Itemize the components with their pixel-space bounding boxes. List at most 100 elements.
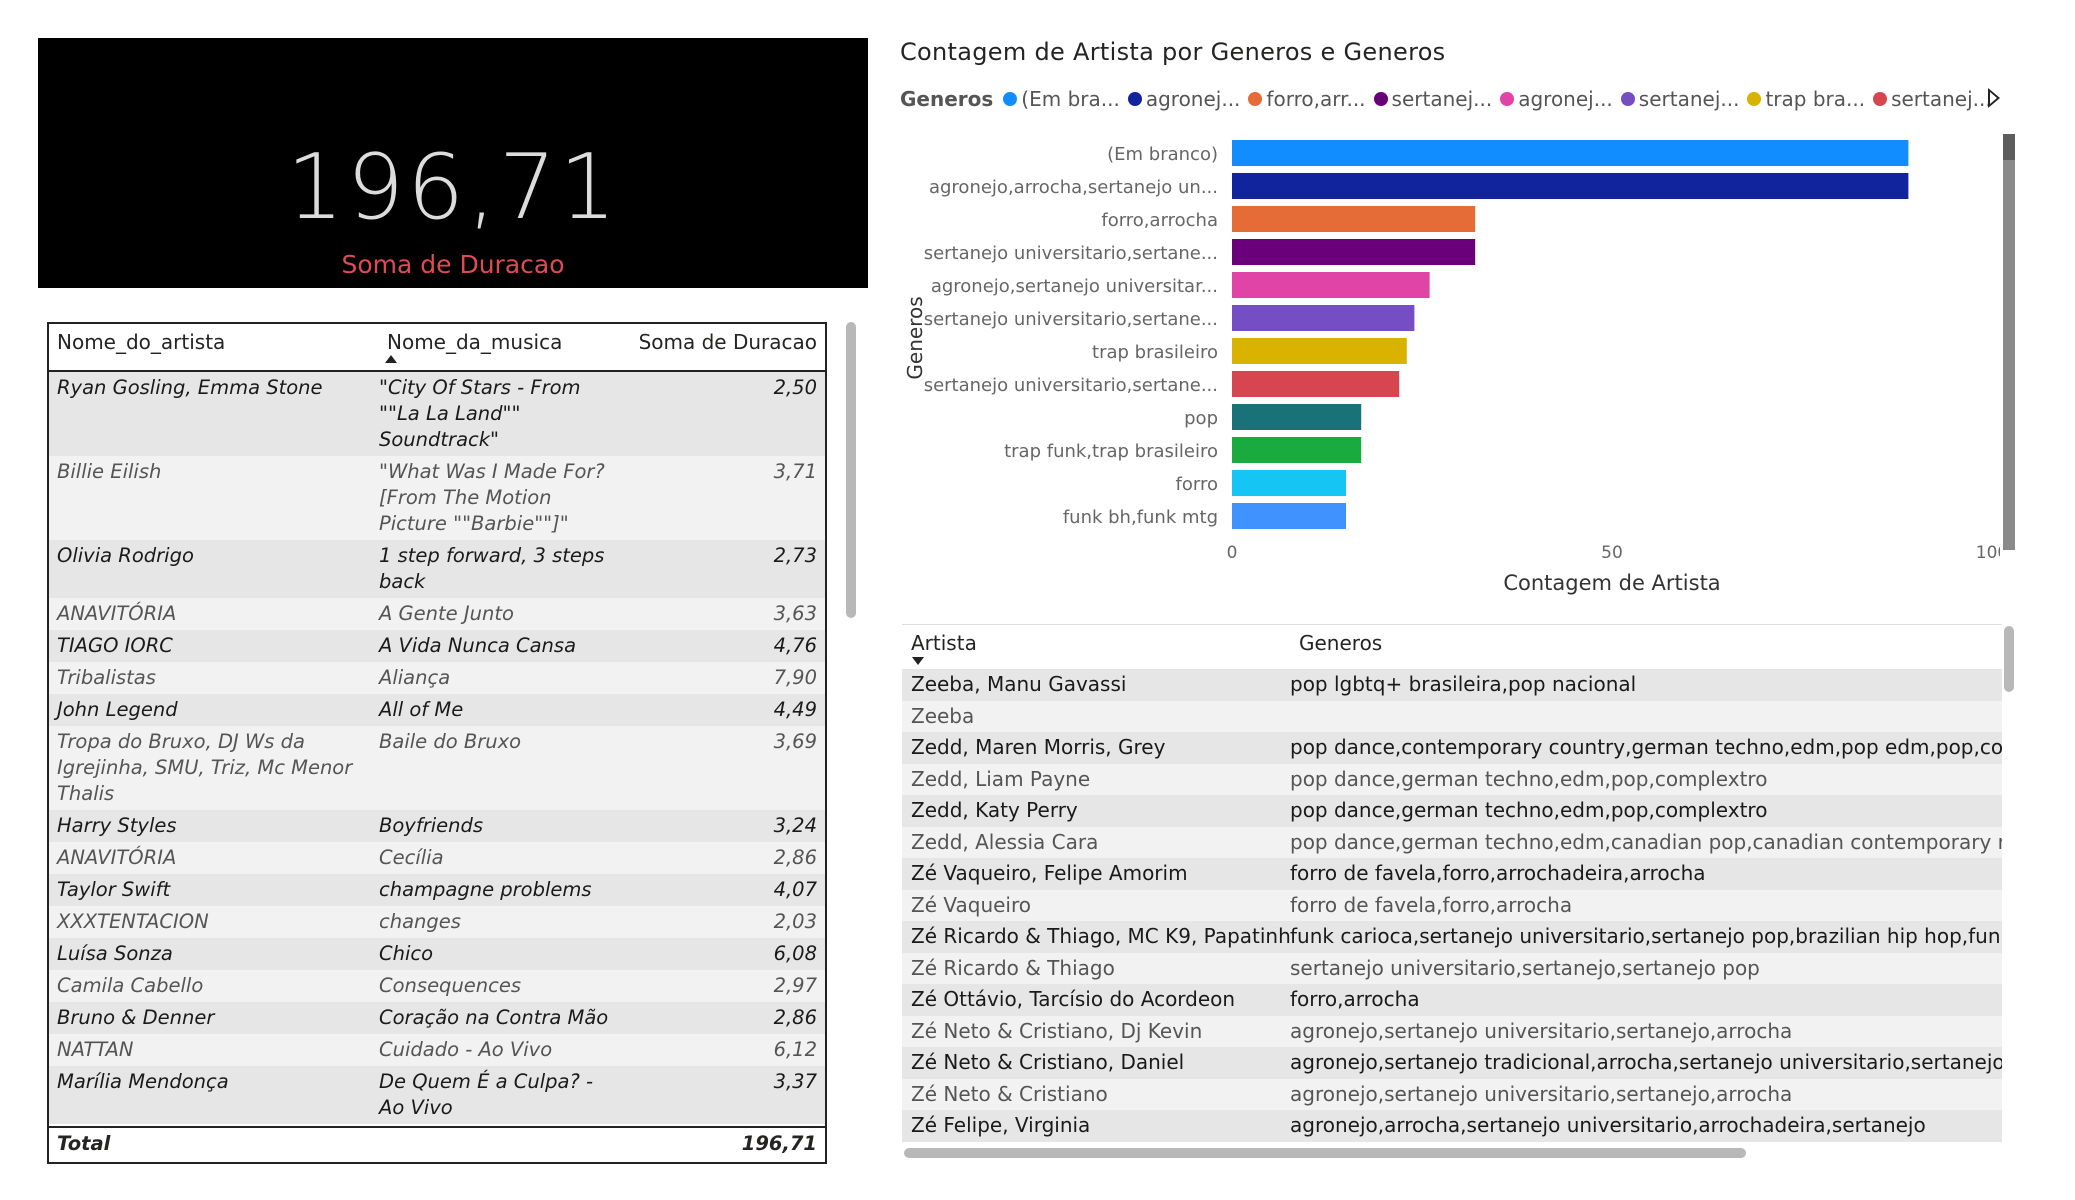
- bar[interactable]: [1232, 437, 1362, 463]
- legend-dot-icon: [1500, 92, 1515, 106]
- legend-item[interactable]: trap bra...: [1747, 87, 1865, 111]
- table-row[interactable]: Olivia Rodrigo 1 step forward, 3 steps ba…: [49, 540, 825, 598]
- cell-generos: forro de favela,forro,arrochadeira,arroc…: [1290, 861, 1706, 885]
- table-row[interactable]: Zé Neto & Cristiano, Daniel agronejo,sert…: [902, 1047, 2002, 1079]
- legend-item[interactable]: agronej...: [1500, 87, 1613, 111]
- cell-artista: Zé Ottávio, Tarcísio do Acordeon: [911, 987, 1236, 1011]
- column-header-duration[interactable]: Soma de Duracao: [639, 330, 817, 354]
- table-row[interactable]: XXXTENTACION changes 2,03: [49, 906, 825, 938]
- bar-chart: (Em branco) agronejo,arrocha,sertanejo un…: [903, 140, 2000, 595]
- table-row[interactable]: Marília Mendonça De Quem É a Culpa? - Ao …: [49, 1066, 825, 1124]
- cell-artist: Ryan Gosling, Emma Stone: [57, 376, 323, 399]
- table-row[interactable]: NATTAN Cuidado - Ao Vivo 6,12: [49, 1034, 825, 1066]
- table-row[interactable]: Luísa Sonza Chico 6,08: [49, 938, 825, 970]
- table-row[interactable]: Zé Ricardo & Thiago, MC K9, Papatinho fun…: [902, 921, 2002, 953]
- legend-title: Generos: [900, 87, 994, 111]
- legend-dot-icon: [1373, 92, 1388, 106]
- table-row[interactable]: Zé Vaqueiro forro de favela,forro,arrocha: [902, 889, 2002, 921]
- column-header-song[interactable]: Nome_da_musica: [387, 330, 562, 354]
- cell-duration: 3,63: [773, 602, 817, 625]
- category-label: forro: [1176, 474, 1218, 495]
- cell-song: Coração na Contra Mão: [379, 1006, 609, 1029]
- cell-artist: Olivia Rodrigo: [57, 544, 194, 567]
- cell-artist: John Legend: [57, 698, 178, 721]
- table-row[interactable]: Zé Vaqueiro, Felipe Amorim forro de favel…: [902, 858, 2002, 890]
- legend-item[interactable]: sertanej...: [1373, 87, 1492, 111]
- x-tick-label: 100: [1976, 543, 2000, 563]
- right-table-horizontal-scrollbar[interactable]: [904, 1148, 1746, 1158]
- cell-generos: pop lgbtq+ brasileira,pop nacional: [1290, 672, 1637, 696]
- table-row[interactable]: Zé Neto & Cristiano, Dj Kevin agronejo,se…: [902, 1015, 2002, 1047]
- cell-duration: 3,69: [773, 730, 817, 753]
- table-row[interactable]: Zé Ottávio, Tarcísio do Acordeon forro,ar…: [902, 984, 2002, 1016]
- table-row[interactable]: Taylor Swift champagne problems 4,07: [49, 874, 825, 906]
- cell-artista: Zé Neto & Cristiano, Dj Kevin: [911, 1018, 1203, 1043]
- legend-dot-icon: [1747, 92, 1762, 106]
- table-row[interactable]: Bruno & Denner Coração na Contra Mão 2,86: [49, 1002, 825, 1034]
- table-row[interactable]: Zé Ricardo & Thiago sertanejo universitar…: [902, 952, 2002, 984]
- cell-generos: [1290, 701, 2002, 733]
- table-row[interactable]: Zeeba: [902, 700, 2002, 733]
- bar[interactable]: [1232, 272, 1430, 298]
- legend-item[interactable]: (Em bra...: [1003, 87, 1120, 111]
- chart-scrollbar[interactable]: [2003, 134, 2015, 550]
- table-row[interactable]: John Legend All of Me 4,49: [49, 694, 825, 726]
- table-row[interactable]: Zedd, Katy Perry pop dance,german techno,…: [902, 795, 2002, 827]
- cell-duration: 2,86: [773, 846, 817, 869]
- x-tick-label: 0: [1227, 543, 1238, 563]
- bar[interactable]: [1232, 173, 1909, 199]
- table-row[interactable]: TIAGO IORC A Vida Nunca Cansa 4,76: [49, 630, 825, 662]
- left-table-scrollbar[interactable]: [846, 322, 856, 618]
- bar[interactable]: [1232, 206, 1476, 232]
- cell-song: Consequences: [379, 974, 522, 997]
- bar[interactable]: [1232, 338, 1407, 364]
- cell-artist: XXXTENTACION: [57, 910, 209, 933]
- total-value: 196,71: [741, 1132, 817, 1155]
- legend-next-icon[interactable]: [1988, 88, 2000, 108]
- table-row[interactable]: Tribalistas Aliança 7,90: [49, 662, 825, 694]
- cell-duration: 2,73: [773, 544, 817, 567]
- cell-artist: Tribalistas: [57, 666, 156, 689]
- table-row[interactable]: Zeeba, Manu Gavassi pop lgbtq+ brasileira…: [902, 669, 2002, 701]
- bar[interactable]: [1232, 404, 1362, 430]
- bar[interactable]: [1232, 140, 1909, 166]
- cell-artist: Marília Mendonça: [57, 1070, 229, 1093]
- table-row[interactable]: Zé Neto & Cristiano agronejo,sertanejo un…: [902, 1078, 2002, 1110]
- table-row[interactable]: Tropa do Bruxo, DJ Ws da Igrejinha, SMU,…: [49, 726, 825, 810]
- table-row[interactable]: Camila Cabello Consequences 2,97: [49, 970, 825, 1002]
- bar[interactable]: [1232, 305, 1415, 331]
- table-row[interactable]: Ryan Gosling, Emma Stone "City Of Stars -…: [49, 372, 825, 456]
- cell-artist: ANAVITÓRIA: [57, 602, 177, 625]
- bar[interactable]: [1232, 503, 1346, 529]
- bar[interactable]: [1232, 470, 1346, 496]
- cell-generos: pop dance,contemporary country,german te…: [1290, 735, 2002, 759]
- cell-duration: 2,03: [773, 910, 817, 933]
- table-row[interactable]: Zedd, Alessia Cara pop dance,german techn…: [902, 826, 2002, 858]
- table-row[interactable]: Zé Felipe, Virginia agronejo,arrocha,sert…: [902, 1110, 2002, 1142]
- table-row[interactable]: Zedd, Liam Payne pop dance,german techno,…: [902, 763, 2002, 795]
- legend-item[interactable]: sertanej...: [1620, 87, 1739, 111]
- category-label: (Em branco): [1107, 144, 1218, 165]
- legend-item-label: trap bra...: [1765, 87, 1866, 111]
- chart-title: Contagem de Artista por Generos e Genero…: [900, 38, 1446, 66]
- table-row[interactable]: Harry Styles Boyfriends 3,24: [49, 810, 825, 842]
- table-row[interactable]: ANAVITÓRIA Cecília 2,86: [49, 842, 825, 874]
- table-row[interactable]: Zedd, Maren Morris, Grey pop dance,contem…: [902, 732, 2002, 764]
- legend-item[interactable]: forro,arr...: [1248, 87, 1366, 111]
- category-label: pop: [1184, 408, 1218, 429]
- cell-artist: ANAVITÓRIA: [57, 846, 177, 869]
- column-header-generos[interactable]: Generos: [1299, 631, 1382, 655]
- cell-generos: pop dance,german techno,edm,pop,complext…: [1290, 798, 1768, 822]
- table-row[interactable]: Billie Eilish "What Was I Made For? [From…: [49, 456, 825, 540]
- right-table-vertical-scrollbar[interactable]: [2004, 626, 2014, 692]
- chart-scrollbar-thumb[interactable]: [2003, 134, 2015, 160]
- column-header-artist[interactable]: Nome_do_artista: [57, 330, 225, 354]
- legend-item[interactable]: agronej...: [1127, 87, 1240, 111]
- x-tick-label: 50: [1601, 543, 1623, 563]
- bar[interactable]: [1232, 371, 1400, 397]
- table-row[interactable]: ANAVITÓRIA A Gente Junto 3,63: [49, 598, 825, 630]
- bar[interactable]: [1232, 239, 1476, 265]
- x-axis-title: Contagem de Artista: [1503, 571, 1720, 595]
- column-header-artista[interactable]: Artista: [911, 631, 977, 655]
- legend-item[interactable]: sertanej...: [1873, 87, 1992, 111]
